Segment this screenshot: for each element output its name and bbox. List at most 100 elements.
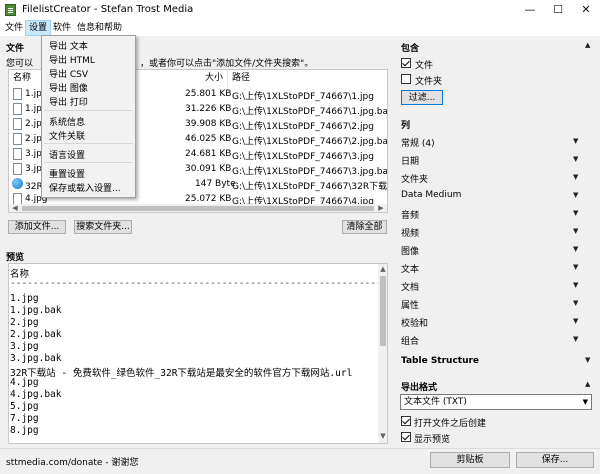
close-button[interactable]: ✕ — [572, 0, 600, 20]
column-group-attributes[interactable]: 属性 — [401, 298, 419, 311]
expand-icon[interactable]: ▼ — [573, 245, 578, 253]
minimize-button[interactable]: — — [516, 0, 544, 20]
export-format-select[interactable]: 文本文件 (TXT) ▼ — [400, 394, 592, 410]
save-button[interactable]: 保存... — [516, 452, 594, 468]
menu-item-save-load-settings[interactable]: 保存或载入设置... — [49, 181, 121, 194]
expand-icon[interactable]: ▼ — [573, 137, 578, 145]
clear-all-button[interactable]: 清除全部 — [342, 220, 387, 234]
preview-line: 4.jpg.bak — [10, 389, 62, 400]
clipboard-button[interactable]: 剪贴板 — [430, 452, 510, 468]
preview-line: 4.jpg — [10, 377, 39, 388]
include-title: 包含 — [401, 44, 420, 54]
column-group-general[interactable]: 常规 (4) — [401, 136, 435, 149]
scroll-up-icon[interactable]: ▲ — [377, 265, 387, 273]
file-size: 30.091 KB — [185, 164, 232, 174]
column-group-audio[interactable]: 音频 — [401, 208, 419, 221]
preview-line: 2.jpg — [10, 317, 39, 328]
filter-button[interactable]: 过滤... — [401, 90, 443, 105]
menu-item-export-csv[interactable]: 导出 CSV — [49, 67, 88, 80]
expand-icon[interactable]: ▼ — [573, 335, 578, 343]
column-group-folder[interactable]: 文件夹 — [401, 172, 428, 185]
expand-icon[interactable]: ▼ — [573, 173, 578, 181]
files-hint: ，或者你可以点击"添加文件/文件夹搜索"。 — [140, 59, 314, 69]
column-group-video[interactable]: 视频 — [401, 226, 419, 239]
preview-vertical-scrollbar[interactable]: ▲ ▼ — [377, 264, 387, 443]
file-icon — [13, 103, 22, 115]
horizontal-scrollbar[interactable]: ◀ ▶ — [9, 204, 387, 212]
export-format-value: 文本文件 (TXT) — [404, 397, 467, 407]
column-group-combine[interactable]: 组合 — [401, 334, 419, 347]
collapse-icon[interactable]: ▲ — [585, 380, 590, 388]
menu-item-system-info[interactable]: 系统信息 — [49, 115, 85, 128]
expand-icon[interactable]: ▼ — [585, 356, 590, 364]
menu-item-export-html[interactable]: 导出 HTML — [49, 53, 95, 66]
file-path: G:\上传\1XLStoPDF_74667\32R下载站 — [232, 182, 388, 192]
settings-dropdown-menu: 导出 文本 导出 HTML 导出 CSV 导出 图像 导出 打印 系统信息 文件… — [41, 35, 136, 198]
menu-item-language[interactable]: 语言设置 — [49, 148, 85, 161]
add-file-button[interactable]: 添加文件... — [8, 220, 66, 234]
expand-icon[interactable]: ▼ — [573, 191, 578, 199]
column-header-size[interactable]: 大小 — [205, 70, 223, 86]
preview-box[interactable]: 名称 -------------------------------------… — [8, 263, 388, 444]
export-format-title: 导出格式 — [401, 383, 438, 393]
file-size: 24.681 KB — [185, 149, 232, 159]
file-size: 25.072 KB — [185, 194, 232, 204]
donate-link[interactable]: sttmedia.com/donate - 谢谢您 — [6, 455, 138, 468]
expand-icon[interactable]: ▼ — [573, 281, 578, 289]
menu-separator — [44, 143, 133, 144]
column-group-date[interactable]: 日期 — [401, 154, 419, 167]
scroll-thumb[interactable] — [380, 276, 386, 346]
scroll-thumb[interactable] — [22, 206, 374, 211]
column-group-data-medium[interactable]: Data Medium — [401, 190, 461, 200]
column-group-text[interactable]: 文本 — [401, 262, 419, 275]
expand-icon[interactable]: ▼ — [573, 299, 578, 307]
file-size: 31.226 KB — [185, 104, 232, 114]
menu-item-export-image[interactable]: 导出 图像 — [49, 81, 88, 94]
columns-title: 列 — [401, 121, 411, 131]
menu-software[interactable]: 软件 — [50, 20, 74, 36]
file-icon — [13, 118, 22, 130]
expand-icon[interactable]: ▼ — [573, 227, 578, 235]
scroll-down-icon[interactable]: ▼ — [377, 432, 387, 440]
column-group-image[interactable]: 图像 — [401, 244, 419, 257]
open-after-checkbox[interactable] — [401, 416, 411, 426]
expand-icon[interactable]: ▼ — [573, 209, 578, 217]
expand-icon[interactable]: ▼ — [573, 155, 578, 163]
column-group-document[interactable]: 文档 — [401, 280, 419, 293]
file-icon — [13, 148, 22, 160]
menu-settings[interactable]: 设置 — [25, 20, 52, 36]
expand-icon[interactable]: ▼ — [573, 263, 578, 271]
scroll-left-icon[interactable]: ◀ — [9, 204, 21, 212]
menu-item-export-text[interactable]: 导出 文本 — [49, 39, 88, 52]
search-folder-button[interactable]: 搜索文件夹... — [74, 220, 132, 234]
menu-file[interactable]: 文件 — [2, 20, 26, 36]
show-preview-checkbox[interactable] — [401, 432, 411, 442]
file-path: G:\上传\1XLStoPDF_74667\1.jpg — [232, 92, 374, 102]
files-section-title: 文件 — [6, 44, 25, 54]
file-size: 39.908 KB — [185, 119, 232, 129]
files-hint-start: 您可以 — [6, 59, 34, 69]
file-icon — [13, 163, 22, 175]
preview-line: 8.jpg — [10, 425, 39, 436]
column-header-path[interactable]: 路径 — [232, 70, 250, 86]
include-files-checkbox[interactable] — [401, 58, 411, 68]
scroll-right-icon[interactable]: ▶ — [375, 204, 387, 212]
column-group-checksum[interactable]: 校验和 — [401, 316, 428, 329]
preview-line: 5.jpg — [10, 401, 39, 412]
preview-line: ----------------------------------------… — [10, 278, 388, 289]
app-icon — [5, 4, 16, 16]
maximize-button[interactable]: ☐ — [544, 0, 572, 20]
column-divider[interactable] — [227, 70, 228, 86]
collapse-icon[interactable]: ▲ — [585, 41, 590, 49]
menu-item-export-print[interactable]: 导出 打印 — [49, 95, 88, 108]
expand-icon[interactable]: ▼ — [573, 317, 578, 325]
menu-separator — [44, 110, 133, 111]
column-header-name[interactable]: 名称 — [13, 70, 31, 86]
menu-item-reset-settings[interactable]: 重置设置 — [49, 167, 85, 180]
include-folders-checkbox[interactable] — [401, 74, 411, 84]
preview-line: 1.jpg — [10, 293, 39, 304]
menu-item-file-association[interactable]: 文件关联 — [49, 129, 85, 142]
menu-info-help[interactable]: 信息和帮助 — [74, 20, 125, 36]
preview-line: 1.jpg.bak — [10, 305, 62, 316]
preview-line: 3.jpg — [10, 341, 39, 352]
